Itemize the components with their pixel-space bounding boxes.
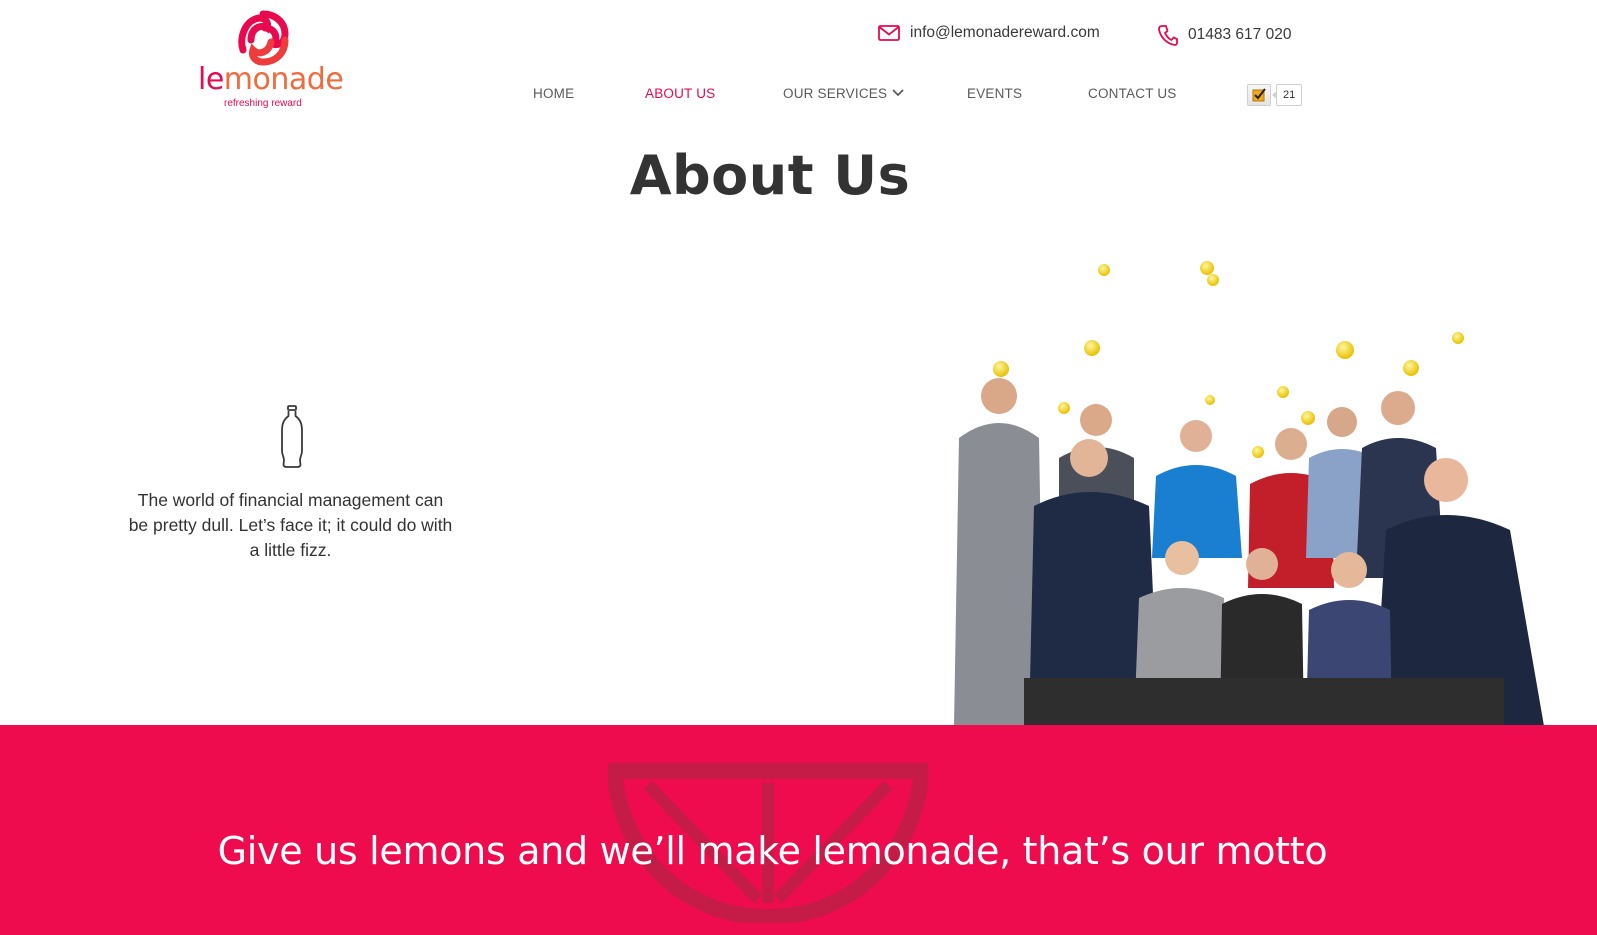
phone-icon (1158, 25, 1178, 46)
intro-text: The world of financial management can be… (128, 490, 453, 560)
review-badge[interactable]: 21 (1247, 84, 1303, 106)
motto-text: Give us lemons and we’ll make lemonade, … (217, 829, 1328, 873)
email-address[interactable]: info@lemonadereward.com (910, 24, 1100, 42)
review-count: 21 (1271, 84, 1303, 106)
nav-contact-us[interactable]: CONTACT US (1088, 86, 1177, 101)
swirl-logo-icon (238, 10, 289, 66)
phone-contact[interactable]: 01483 617 020 (1158, 24, 1291, 46)
nav-events[interactable]: EVENTS (967, 86, 1022, 101)
motto-band: Give us lemons and we’ll make lemonade, … (0, 725, 1597, 935)
team-photo (954, 261, 1544, 726)
main-nav: HOME ABOUT US OUR SERVICES EVENTS CONTAC… (0, 86, 1597, 106)
bottle-icon (281, 405, 303, 468)
nav-our-services-label: OUR SERVICES (783, 86, 888, 101)
checkbox-icon (1247, 84, 1271, 106)
chevron-down-icon (892, 89, 904, 97)
nav-about-us[interactable]: ABOUT US (645, 86, 715, 101)
nav-home[interactable]: HOME (533, 86, 574, 101)
envelope-icon (878, 25, 900, 41)
page-title: About Us (629, 144, 911, 207)
nav-our-services[interactable]: OUR SERVICES (783, 86, 904, 101)
phone-number[interactable]: 01483 617 020 (1188, 26, 1291, 44)
email-contact[interactable]: info@lemonadereward.com (878, 24, 1100, 42)
